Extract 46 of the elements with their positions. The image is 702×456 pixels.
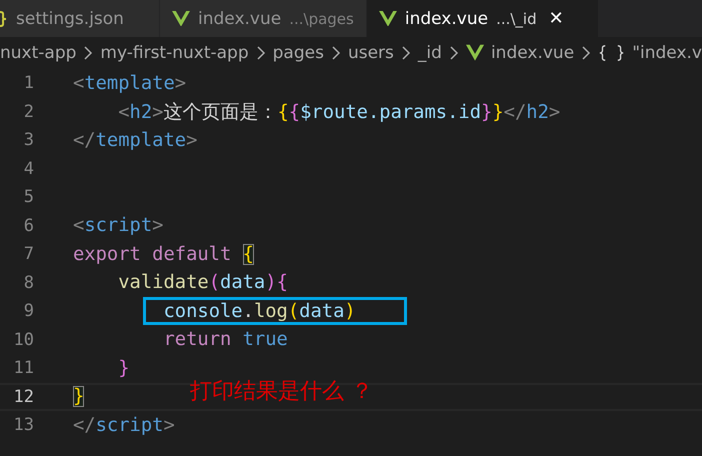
annotation-text: 打印结果是什么 ？ (190, 378, 373, 406)
editor-tab[interactable]: index.vue ...\_id ✕ (366, 0, 599, 37)
line-number: 6 (22, 216, 34, 236)
breadcrumb-item[interactable]: index.vue (490, 42, 574, 62)
breadcrumb-item[interactable]: my-first-nuxt-app (100, 42, 249, 62)
editor-tab[interactable]: index.vue ...\pages (160, 0, 367, 37)
line-number: 2 (22, 102, 34, 122)
code-line: return true (163, 329, 288, 350)
breadcrumb-item[interactable]: _id (418, 42, 442, 62)
breadcrumb-item[interactable]: users (348, 42, 394, 62)
chevron-icon (400, 44, 411, 60)
line-number: 9 (22, 301, 34, 322)
code-line: </script> (73, 414, 175, 436)
vue-icon (466, 44, 484, 62)
breadcrumb-item[interactable]: "index.v (632, 42, 702, 62)
vue-icon (172, 10, 190, 26)
close-icon[interactable]: ✕ (548, 8, 564, 29)
code-line: <h2>这个页面是：{{$route.params.id}}</h2> (118, 100, 560, 125)
code-line: export default { (73, 244, 254, 265)
breadcrumb-item[interactable]: pages (272, 42, 324, 62)
code-line: } (118, 358, 130, 379)
line-number: 4 (22, 158, 34, 179)
line-number: 3 (22, 130, 34, 150)
breadcrumb-item[interactable]: nuxt-app (0, 42, 76, 62)
code-line: <template> (73, 72, 186, 94)
code-line: validate(data){ (118, 272, 288, 294)
line-number: 13 (12, 415, 34, 436)
line-number: 7 (22, 244, 34, 264)
vue-icon (378, 10, 397, 26)
line-number: 10 (12, 330, 34, 350)
line-number: 12 (12, 386, 34, 407)
chevron-icon (330, 44, 341, 60)
code-line: </template> (73, 130, 198, 151)
code-line: console.log(data) (163, 300, 356, 322)
code-line: <script> (73, 215, 164, 236)
braces-icon (598, 44, 626, 62)
editor-tab[interactable]: settings.json (0, 0, 160, 37)
line-number: 5 (22, 187, 34, 208)
line-number: 11 (12, 358, 34, 378)
braces-icon (0, 10, 8, 26)
line-number: 8 (22, 272, 34, 293)
chevron-icon (83, 44, 94, 60)
chevron-icon (581, 44, 592, 60)
line-number: 1 (22, 73, 34, 94)
chevron-icon (256, 44, 266, 60)
chevron-icon (448, 44, 459, 60)
